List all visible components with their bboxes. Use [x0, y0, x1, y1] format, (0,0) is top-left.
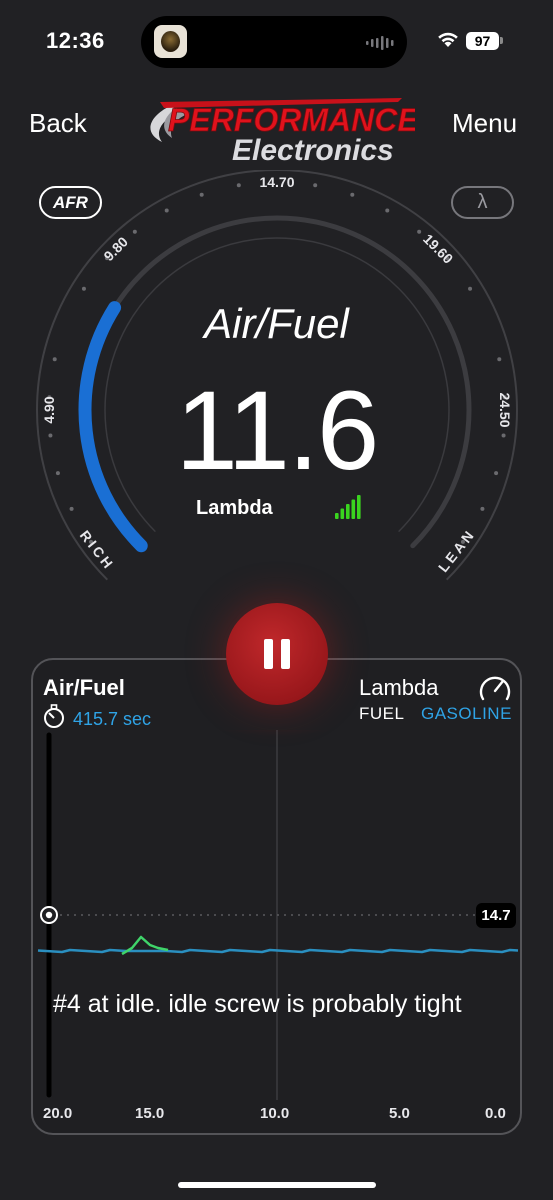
elapsed-time: 415.7 sec [73, 709, 152, 729]
air-fuel-history-plot [37, 730, 519, 1100]
pause-icon-bar-left [264, 639, 273, 669]
x-tick-20: 20.0 [43, 1105, 73, 1122]
speedometer-icon[interactable] [477, 671, 513, 705]
signal-bar [340, 508, 345, 519]
fuel-label: FUEL [359, 704, 405, 723]
signal-strength-icon [335, 495, 361, 519]
menu-button[interactable]: Menu [452, 108, 517, 139]
fuel-type[interactable]: GASOLINE [421, 704, 512, 724]
x-tick-5: 5.0 [389, 1105, 410, 1122]
gauge-scale-dot [385, 208, 390, 213]
gauge-scale-dot [52, 357, 57, 362]
target-value-badge: 14.7 [476, 903, 516, 928]
lambda-mode-button[interactable]: λ [451, 186, 514, 219]
chart-lambda-label: Lambda [359, 675, 439, 700]
status-time: 12:36 [46, 28, 105, 53]
logo-line1: PERFORMANCE [168, 102, 415, 138]
chart-annotation: #4 at idle. idle screw is probably tight [53, 990, 462, 1018]
pause-glow [150, 730, 400, 780]
gauge-scale-dot [480, 506, 485, 511]
chart-title: Air/Fuel [43, 675, 125, 700]
home-indicator[interactable] [178, 1182, 376, 1188]
gauge-unit-label: Lambda [196, 497, 273, 519]
signal-bar [351, 499, 356, 519]
gauge-scale-dot [468, 286, 473, 291]
gauge-title: Air/Fuel [204, 300, 349, 347]
pause-icon-bar-right [281, 639, 290, 669]
x-tick-0: 0.0 [485, 1105, 506, 1122]
x-tick-15: 15.0 [135, 1105, 165, 1122]
gauge-scale-dot [417, 229, 422, 234]
gauge-scale-dot [164, 208, 169, 213]
logo-line2: Electronics [232, 134, 394, 167]
tick-label-9.80: 9.80 [100, 233, 131, 264]
tick-label-14.70: 14.70 [259, 174, 294, 190]
gauge-scale-dot [199, 192, 204, 197]
gauge-scale-dot [69, 506, 74, 511]
signal-bar [346, 504, 350, 519]
back-button[interactable]: Back [29, 108, 87, 139]
battery-tip [500, 37, 503, 44]
stopwatch-icon [44, 704, 64, 728]
audio-wave-icon [366, 36, 394, 50]
gauge-value: 11.6 [175, 368, 380, 493]
gauge-scale-dot [350, 192, 355, 197]
tick-label-19.60: 19.60 [420, 231, 456, 267]
afr-trace [37, 948, 519, 954]
target-icon-dot [45, 911, 53, 919]
performance-electronics-logo: PERFORMANCE Electronics [150, 98, 415, 167]
x-tick-10: 10.0 [260, 1105, 290, 1122]
dynamic-island[interactable] [141, 16, 407, 68]
gauge-scale-dot [132, 229, 137, 234]
signal-bar [335, 513, 339, 519]
pause-button[interactable] [226, 603, 328, 705]
gauge-scale-dot [313, 183, 318, 188]
app-icon [154, 25, 187, 58]
gauge-scale-dot [497, 357, 502, 362]
signal-bar [357, 495, 361, 519]
gauge-scale-dot [236, 183, 241, 188]
battery-icon: 97 [466, 32, 499, 50]
wifi-icon [438, 32, 458, 47]
afr-mode-button[interactable]: AFR [39, 186, 102, 219]
gauge-scale-dot [81, 286, 86, 291]
